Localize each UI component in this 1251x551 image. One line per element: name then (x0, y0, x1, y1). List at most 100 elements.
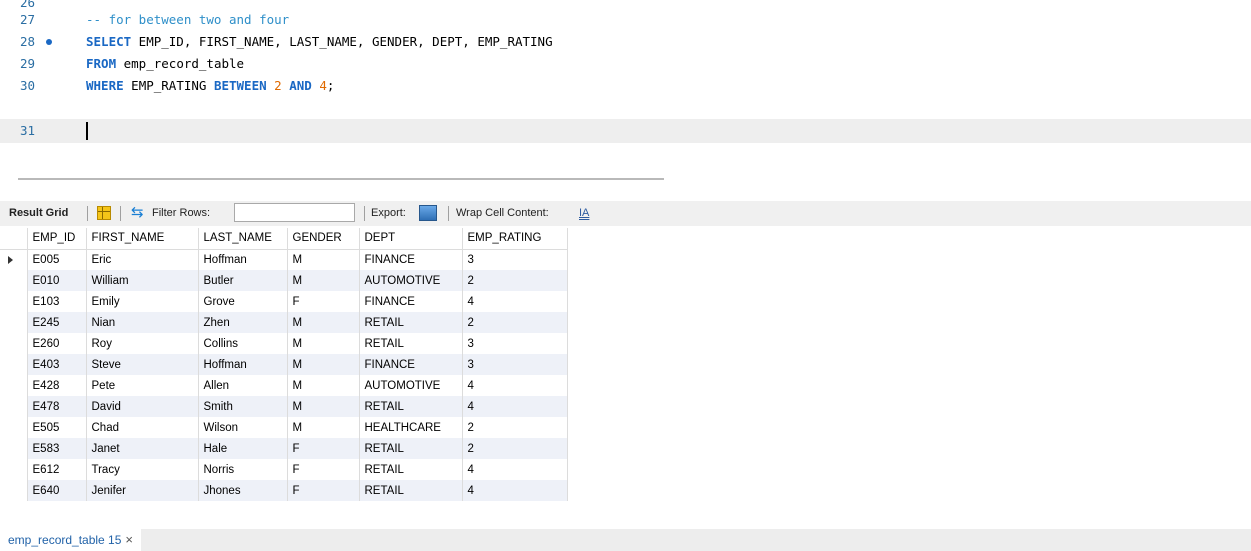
cell-emp-id[interactable]: E010 (27, 270, 87, 291)
table-row[interactable]: E103 Emily Grove F FINANCE 4 (0, 291, 568, 312)
cell-emp-rating[interactable]: 2 (462, 438, 568, 459)
row-indicator[interactable] (0, 375, 28, 396)
cell-first-name[interactable]: Pete (86, 375, 199, 396)
row-indicator[interactable] (0, 312, 28, 333)
cell-gender[interactable]: M (287, 312, 360, 333)
table-row[interactable]: E478 David Smith M RETAIL 4 (0, 396, 568, 417)
result-grid-tab[interactable]: Result Grid (9, 201, 68, 226)
export-icon[interactable] (419, 205, 437, 221)
cell-gender[interactable]: M (287, 354, 360, 375)
row-indicator[interactable] (0, 354, 28, 375)
cell-gender[interactable]: F (287, 459, 360, 480)
cell-last-name[interactable]: Jhones (198, 480, 288, 501)
table-row[interactable]: E583 Janet Hale F RETAIL 2 (0, 438, 568, 459)
cell-dept[interactable]: RETAIL (359, 480, 463, 501)
cell-last-name[interactable]: Zhen (198, 312, 288, 333)
cell-emp-id[interactable]: E428 (27, 375, 87, 396)
cell-gender[interactable]: M (287, 417, 360, 438)
close-icon[interactable]: × (125, 532, 133, 547)
cell-emp-id[interactable]: E260 (27, 333, 87, 354)
cell-last-name[interactable]: Hoffman (198, 249, 288, 270)
cell-last-name[interactable]: Butler (198, 270, 288, 291)
cell-dept[interactable]: RETAIL (359, 459, 463, 480)
cell-last-name[interactable]: Smith (198, 396, 288, 417)
cell-gender[interactable]: F (287, 480, 360, 501)
cell-gender[interactable]: M (287, 249, 360, 270)
cell-dept[interactable]: RETAIL (359, 312, 463, 333)
cell-emp-rating[interactable]: 3 (462, 249, 568, 270)
cell-gender[interactable]: M (287, 270, 360, 291)
table-row[interactable]: E612 Tracy Norris F RETAIL 4 (0, 459, 568, 480)
cell-first-name[interactable]: Chad (86, 417, 199, 438)
cell-emp-rating[interactable]: 2 (462, 417, 568, 438)
cell-last-name[interactable]: Grove (198, 291, 288, 312)
cell-emp-rating[interactable]: 2 (462, 270, 568, 291)
row-indicator[interactable] (0, 438, 28, 459)
row-indicator[interactable] (0, 480, 28, 501)
cell-emp-rating[interactable]: 4 (462, 396, 568, 417)
cell-emp-rating[interactable]: 4 (462, 459, 568, 480)
column-header-dept[interactable]: DEPT (359, 228, 463, 250)
panel-splitter[interactable] (18, 178, 664, 180)
cell-emp-id[interactable]: E505 (27, 417, 87, 438)
table-row[interactable]: E245 Nian Zhen M RETAIL 2 (0, 312, 568, 333)
cell-emp-rating[interactable]: 3 (462, 333, 568, 354)
cell-first-name[interactable]: Jenifer (86, 480, 199, 501)
cell-dept[interactable]: AUTOMOTIVE (359, 270, 463, 291)
column-header-first-name[interactable]: FIRST_NAME (86, 228, 199, 250)
cell-emp-id[interactable]: E005 (27, 249, 87, 270)
cell-dept[interactable]: RETAIL (359, 438, 463, 459)
cell-last-name[interactable]: Hale (198, 438, 288, 459)
row-indicator[interactable] (0, 291, 28, 312)
cell-first-name[interactable]: Roy (86, 333, 199, 354)
column-header-last-name[interactable]: LAST_NAME (198, 228, 288, 250)
cell-gender[interactable]: M (287, 333, 360, 354)
table-row[interactable]: E010 William Butler M AUTOMOTIVE 2 (0, 270, 568, 291)
cell-emp-rating[interactable]: 4 (462, 375, 568, 396)
row-indicator[interactable] (0, 396, 28, 417)
table-row[interactable]: E428 Pete Allen M AUTOMOTIVE 4 (0, 375, 568, 396)
cell-gender[interactable]: F (287, 291, 360, 312)
cell-dept[interactable]: FINANCE (359, 291, 463, 312)
cell-gender[interactable]: F (287, 438, 360, 459)
cell-emp-rating[interactable]: 3 (462, 354, 568, 375)
cell-emp-id[interactable]: E478 (27, 396, 87, 417)
cell-emp-rating[interactable]: 4 (462, 480, 568, 501)
cell-dept[interactable]: RETAIL (359, 396, 463, 417)
cell-first-name[interactable]: Tracy (86, 459, 199, 480)
cell-gender[interactable]: M (287, 375, 360, 396)
cell-dept[interactable]: FINANCE (359, 249, 463, 270)
wrap-cell-content-icon[interactable]: IA (579, 201, 589, 226)
cell-first-name[interactable]: William (86, 270, 199, 291)
filter-refresh-icon[interactable]: ⇆ (131, 205, 144, 220)
column-header-emp-rating[interactable]: EMP_RATING (462, 228, 568, 250)
table-row[interactable]: E403 Steve Hoffman M FINANCE 3 (0, 354, 568, 375)
filter-rows-input[interactable] (234, 203, 355, 222)
cell-first-name[interactable]: Steve (86, 354, 199, 375)
cell-gender[interactable]: M (287, 396, 360, 417)
cell-emp-id[interactable]: E245 (27, 312, 87, 333)
table-row[interactable]: E005 Eric Hoffman M FINANCE 3 (0, 249, 568, 270)
cell-dept[interactable]: RETAIL (359, 333, 463, 354)
row-indicator[interactable] (0, 270, 28, 291)
table-row[interactable]: E260 Roy Collins M RETAIL 3 (0, 333, 568, 354)
cell-last-name[interactable]: Hoffman (198, 354, 288, 375)
cell-emp-rating[interactable]: 4 (462, 291, 568, 312)
cell-last-name[interactable]: Wilson (198, 417, 288, 438)
cell-emp-rating[interactable]: 2 (462, 312, 568, 333)
cell-first-name[interactable]: Eric (86, 249, 199, 270)
cell-last-name[interactable]: Norris (198, 459, 288, 480)
row-indicator[interactable] (0, 249, 28, 270)
cell-emp-id[interactable]: E640 (27, 480, 87, 501)
cell-first-name[interactable]: Janet (86, 438, 199, 459)
cell-first-name[interactable]: Emily (86, 291, 199, 312)
cell-dept[interactable]: AUTOMOTIVE (359, 375, 463, 396)
grid-view-icon[interactable] (97, 206, 111, 220)
cell-first-name[interactable]: Nian (86, 312, 199, 333)
result-tab[interactable]: emp_record_table 15 × (0, 529, 142, 551)
editor-current-line[interactable]: 31 (0, 119, 1251, 143)
row-indicator[interactable] (0, 333, 28, 354)
row-indicator[interactable] (0, 417, 28, 438)
cell-last-name[interactable]: Collins (198, 333, 288, 354)
cell-emp-id[interactable]: E583 (27, 438, 87, 459)
